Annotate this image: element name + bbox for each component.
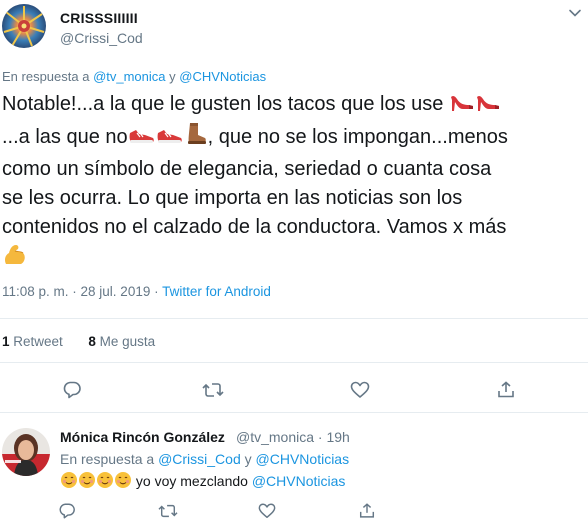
share-icon[interactable] — [496, 380, 516, 400]
tweet-header: CRISSSIIIIII @Crissi_Cod — [0, 0, 588, 60]
mention-link[interactable]: @CHVNoticias — [252, 473, 346, 489]
divider — [0, 318, 588, 319]
high-heel-icon — [449, 91, 475, 122]
reply-joiner: y — [165, 69, 180, 84]
reply-prefix: En respuesta a — [2, 69, 94, 84]
smiling-face-icon — [60, 471, 78, 492]
tweet-stats: 1 Retweet 8 Me gusta — [2, 334, 155, 349]
display-name[interactable]: Mónica Rincón González — [60, 429, 225, 445]
tweet-actions — [0, 500, 588, 520]
heart-icon[interactable] — [258, 502, 276, 520]
reply-icon[interactable] — [62, 380, 82, 400]
flexed-biceps-icon — [2, 242, 28, 277]
tweet-text-segment: , que no se los impongan...menos — [207, 126, 508, 148]
tweet-text-segment: ...a las que no — [2, 126, 128, 148]
reply-tweet: Mónica Rincón González @tv_monica · 19h … — [0, 418, 588, 528]
user-handle[interactable]: @tv_monica · 19h — [236, 429, 350, 445]
like-stat[interactable]: 8 Me gusta — [88, 334, 155, 349]
reply-mention-link[interactable]: @Crissi_Cod — [158, 451, 241, 467]
tweet-actions — [0, 378, 588, 402]
avatar[interactable] — [2, 428, 50, 476]
timestamp[interactable]: 11:08 p. m. · 28 jul. 2019 · — [2, 284, 162, 299]
client-link[interactable]: Twitter for Android — [162, 284, 271, 299]
retweet-stat[interactable]: 1 Retweet — [2, 334, 63, 349]
tweet-text-segment: yo voy mezclando — [132, 473, 252, 489]
tweet-text: Notable!...a la que le gusten los tacos … — [2, 90, 586, 277]
tweet-text-line: Notable!...a la que le gusten los tacos … — [2, 90, 586, 122]
tweet-text-line: contenidos no el calzado de la conductor… — [2, 216, 507, 238]
reply-mention-link[interactable]: @CHVNoticias — [256, 451, 350, 467]
retweet-icon[interactable] — [202, 380, 224, 400]
reply-icon[interactable] — [58, 502, 76, 520]
high-heel-icon — [475, 91, 501, 122]
tweet-text-line — [2, 242, 586, 277]
sneaker-icon — [128, 124, 156, 155]
boot-icon — [184, 122, 208, 155]
tweet-text-segment: Notable!...a la que le gusten los tacos … — [2, 93, 444, 115]
smiling-face-icon — [114, 471, 132, 492]
tweet-text-line: se les ocurra. Lo que importa en las not… — [2, 187, 463, 209]
tweet-text-line: como un símbolo de elegancia, seriedad o… — [2, 158, 492, 180]
smiling-face-icon — [96, 471, 114, 492]
chevron-down-icon[interactable] — [568, 6, 582, 20]
tweet-text-line: ...a las que no , que no se los impongan… — [2, 122, 586, 155]
reply-mention-link[interactable]: @CHVNoticias — [179, 69, 266, 84]
retweet-icon[interactable] — [158, 502, 178, 520]
tweet-text: yo voy mezclando @CHVNoticias — [60, 471, 345, 492]
heart-icon[interactable] — [350, 380, 370, 400]
divider — [0, 412, 588, 413]
reply-joiner: y — [240, 451, 256, 467]
reply-prefix: En respuesta a — [60, 451, 159, 467]
tweet-meta: 11:08 p. m. · 28 jul. 2019 · Twitter for… — [2, 284, 271, 299]
sneaker-icon — [156, 124, 184, 155]
reply-context: En respuesta a @Crissi_Cod y @CHVNoticia… — [60, 451, 349, 467]
reply-mention-link[interactable]: @tv_monica — [93, 69, 165, 84]
display-name[interactable]: CRISSSIIIIII — [60, 10, 138, 26]
avatar[interactable] — [2, 4, 46, 48]
divider — [0, 362, 588, 363]
smiling-face-icon — [78, 471, 96, 492]
share-icon[interactable] — [358, 502, 376, 520]
reply-context: En respuesta a @tv_monica y @CHVNoticias — [2, 69, 266, 84]
user-handle[interactable]: @Crissi_Cod — [60, 30, 143, 46]
